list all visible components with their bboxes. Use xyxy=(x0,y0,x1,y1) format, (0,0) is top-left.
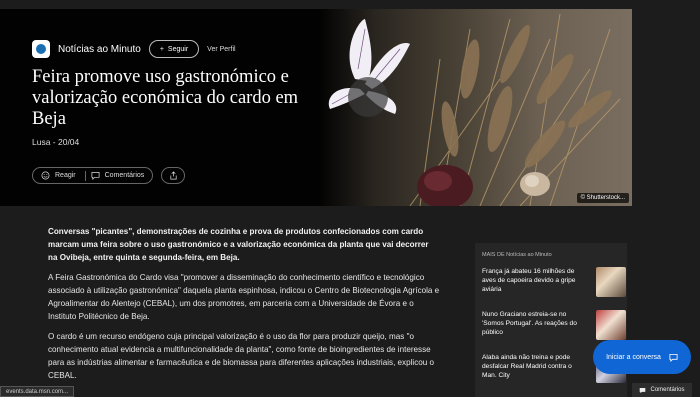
share-button[interactable] xyxy=(161,167,186,184)
sidebar-item-thumbnail xyxy=(596,267,626,297)
comment-icon xyxy=(640,387,646,393)
photo-credit: © Shutterstock... xyxy=(576,193,629,203)
article-paragraph: A Feira Gastronómica do Cardo visa "prom… xyxy=(48,273,440,321)
article-hero: © Shutterstock... Notícias ao Minuto + S… xyxy=(0,9,632,206)
publisher-logo[interactable] xyxy=(32,40,50,58)
view-profile-link[interactable]: Ver Perfil xyxy=(207,46,235,53)
article-actions: Reagir Comentários xyxy=(32,167,186,184)
chat-bubble-icon xyxy=(669,353,678,362)
publisher-name[interactable]: Notícias ao Minuto xyxy=(58,44,141,55)
publisher-bar: Notícias ao Minuto + Seguir Ver Perfil xyxy=(32,40,236,58)
sidebar-item-title: França já abateu 16 milhões de aves de c… xyxy=(482,268,576,293)
thistle-flower-image xyxy=(328,13,621,206)
share-icon xyxy=(170,171,177,180)
browser-status-url: events.data.msn.com... xyxy=(0,386,75,397)
comments-label: Comentários xyxy=(104,172,145,179)
chat-label: Iniciar a conversa xyxy=(606,353,661,361)
article-lead-paragraph: Conversas "picantes", demonstrações de c… xyxy=(48,227,429,262)
sidebar-item-title: Nuno Graciano estreia-se no 'Somos Portu… xyxy=(482,311,577,336)
smiley-icon xyxy=(41,171,50,180)
article-byline: Lusa - 20/04 xyxy=(32,137,80,147)
plus-icon: + xyxy=(159,45,164,53)
article-headline: Feira promove uso gastronómico e valoriz… xyxy=(32,67,299,129)
start-conversation-button[interactable]: Iniciar a conversa xyxy=(593,340,691,374)
react-label: Reagir xyxy=(55,172,76,179)
comment-icon xyxy=(91,171,100,180)
sidebar-item-title: Alaba ainda não treina e pode desfalcar … xyxy=(482,354,572,379)
comments-bar-button[interactable]: Comentários xyxy=(632,383,692,397)
article-body: Conversas "picantes", demonstrações de c… xyxy=(48,225,440,389)
sidebar-item[interactable]: França já abateu 16 milhões de aves de c… xyxy=(482,267,626,301)
follow-label: Seguir xyxy=(167,45,189,53)
sidebar-title: MAIS DE Notícias ao Minuto xyxy=(482,252,552,258)
sidebar-item-thumbnail xyxy=(596,310,626,340)
hero-photo: © Shutterstock... xyxy=(320,9,632,206)
react-button[interactable]: Reagir Comentários xyxy=(32,167,154,184)
sidebar-item[interactable]: Nuno Graciano estreia-se no 'Somos Portu… xyxy=(482,310,626,344)
article-paragraph: O cardo é um recurso endógeno cuja princ… xyxy=(48,332,435,380)
comments-bar-label: Comentários xyxy=(650,387,685,393)
more-from-publisher-panel: MAIS DE Notícias ao Minuto França já aba… xyxy=(475,243,627,397)
follow-button[interactable]: + Seguir xyxy=(148,40,200,58)
